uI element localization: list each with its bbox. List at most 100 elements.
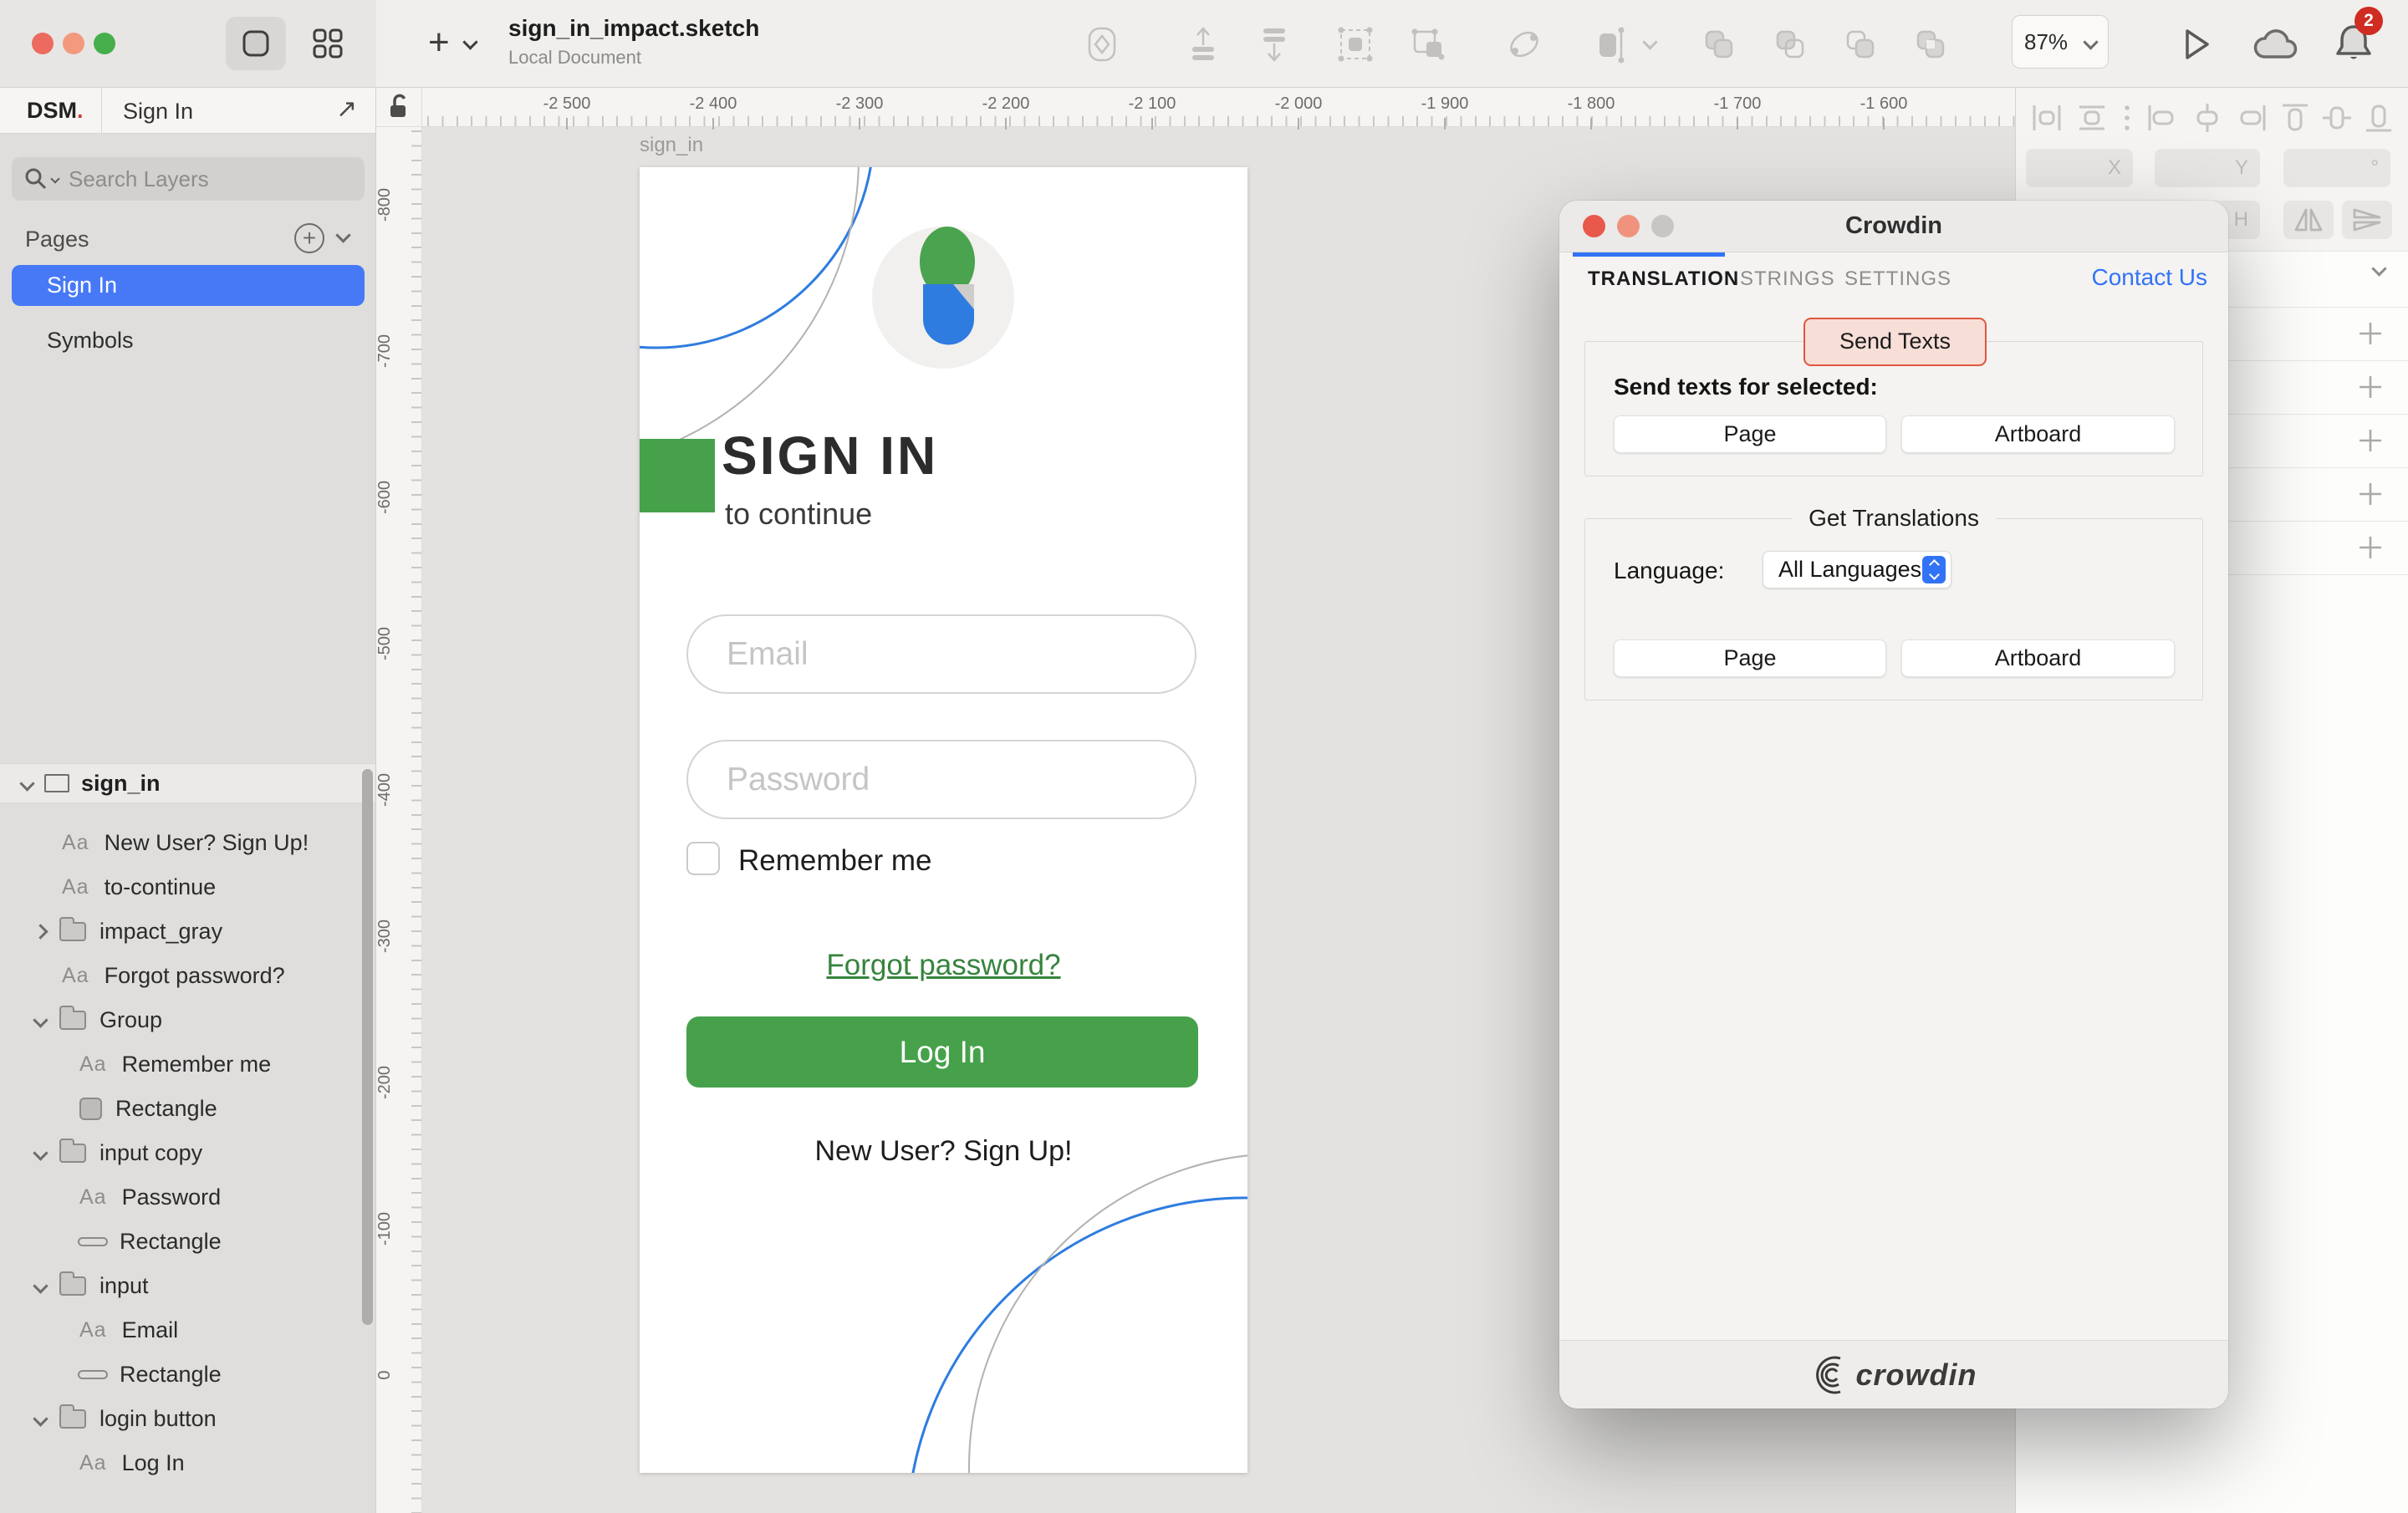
symbol-tool-icon: [1083, 25, 1121, 64]
bring-forward-icon: [1184, 25, 1222, 64]
collapse-chevron-icon[interactable]: [33, 1145, 48, 1160]
dialog-zoom-button[interactable]: [1651, 215, 1674, 237]
layer-row-text[interactable]: AaPassword: [0, 1175, 375, 1220]
canvas-view-toggle[interactable]: [226, 17, 286, 70]
notification-badge: 2: [2354, 7, 2383, 35]
email-field-graphic: Email: [686, 614, 1196, 694]
zoom-level-value: 87%: [2024, 29, 2068, 55]
insert-chevron-icon[interactable]: [462, 34, 477, 49]
zoom-window-button[interactable]: [94, 33, 115, 54]
send-selected-label: Send texts for selected:: [1614, 374, 1878, 400]
sidebar-tab-signin[interactable]: Sign In: [123, 99, 193, 125]
collapse-chevron-icon[interactable]: [33, 1411, 48, 1426]
pages-collapse-chevron-icon[interactable]: [335, 227, 350, 242]
layer-row-artboard[interactable]: sign_in: [0, 763, 375, 803]
add-page-button[interactable]: +: [294, 223, 324, 253]
layer-row-shape[interactable]: Rectangle: [0, 1087, 375, 1131]
minimize-window-button[interactable]: [63, 33, 84, 54]
send-page-button[interactable]: Page: [1614, 415, 1886, 453]
dialog-minimize-button[interactable]: [1617, 215, 1640, 237]
language-dropdown[interactable]: All Languages: [1763, 551, 1951, 588]
tab-settings[interactable]: SETTINGS: [1844, 267, 1951, 291]
layer-row-text[interactable]: AaNew User? Sign Up!: [0, 821, 375, 865]
header-divider: [101, 88, 102, 134]
close-window-button[interactable]: [32, 33, 54, 54]
more-options-dots-icon: [2121, 104, 2133, 132]
canvas-view-icon: [240, 28, 272, 59]
layer-row-group[interactable]: login button: [0, 1397, 375, 1441]
layer-label: to-continue: [105, 874, 217, 900]
v-ruler-label: -300: [375, 903, 399, 970]
horizontal-ruler: -2 500 -2 400 -2 300 -2 200 -2 100 -2 00…: [422, 88, 2015, 127]
get-translations-groupbox: Get Translations Language: All Languages…: [1584, 518, 2203, 700]
dialog-footer: crowdin: [1559, 1340, 2228, 1409]
get-page-button[interactable]: Page: [1614, 639, 1886, 677]
h-ruler-label: -1 900: [1395, 94, 1495, 114]
language-value: All Languages: [1778, 557, 1921, 582]
align-bottom-icon: [2365, 102, 2393, 134]
h-ruler-label: -2 300: [809, 94, 910, 114]
crowdin-logo-text: crowdin: [1855, 1358, 1977, 1393]
zoom-level-dropdown[interactable]: 87%: [2012, 15, 2109, 69]
grid-view-toggle[interactable]: [298, 17, 358, 70]
layer-row-text[interactable]: AaRemember me: [0, 1042, 375, 1087]
preview-play-button[interactable]: [2174, 23, 2216, 65]
page-item-symbols[interactable]: Symbols: [12, 320, 365, 361]
layer-row-group[interactable]: input: [0, 1264, 375, 1308]
page-item-sign-in[interactable]: Sign In: [12, 265, 365, 306]
artboard-collapse-chevron-icon[interactable]: [19, 776, 34, 791]
send-texts-button[interactable]: Send Texts: [1803, 318, 1987, 366]
collapse-chevron-icon[interactable]: [33, 1012, 48, 1027]
artboard-name-label[interactable]: sign_in: [640, 134, 703, 157]
h-ruler-label: -2 500: [517, 94, 617, 114]
layer-row-text[interactable]: AaForgot password?: [0, 954, 375, 998]
dialog-close-button[interactable]: [1583, 215, 1605, 237]
dsm-tab[interactable]: DSM.: [27, 98, 84, 124]
send-artboard-button[interactable]: Artboard: [1901, 415, 2175, 453]
search-input[interactable]: [69, 166, 344, 192]
search-filter-chevron-icon: [50, 174, 59, 183]
layer-row-text[interactable]: AaLog In: [0, 1441, 375, 1485]
tab-translation[interactable]: TRANSLATION: [1588, 267, 1739, 291]
v-ruler-label: -500: [375, 610, 399, 677]
layer-label: impact_gray: [99, 919, 222, 945]
folder-icon: [59, 1409, 86, 1429]
alignment-toolbar: [2016, 96, 2408, 140]
document-title-block: sign_in_impact.sketch Local Document: [508, 15, 759, 69]
remember-me-label: Remember me: [738, 844, 931, 878]
group-tool-icon: [1336, 25, 1375, 64]
layer-row-group[interactable]: Group: [0, 998, 375, 1042]
search-layers-field[interactable]: [12, 157, 365, 201]
insert-button[interactable]: +: [428, 22, 450, 64]
cloud-sync-button[interactable]: [2251, 23, 2306, 65]
artboard-icon: [44, 774, 69, 792]
artboard-heading: SIGN IN: [722, 425, 938, 487]
dialog-titlebar: Crowdin: [1559, 201, 2228, 252]
text-layer-icon: Aa: [79, 1451, 107, 1475]
resize-chevron-icon: [1642, 34, 1657, 49]
contact-us-link[interactable]: Contact Us: [2092, 264, 2208, 291]
layer-row-shape[interactable]: Rectangle: [0, 1353, 375, 1397]
collapse-chevron-icon[interactable]: [33, 924, 48, 939]
unlock-icon[interactable]: [386, 93, 411, 121]
section-chevron-icon[interactable]: [2371, 261, 2386, 276]
forgot-password-link-graphic: Forgot password?: [640, 949, 1247, 982]
plus-icon: [2356, 426, 2385, 455]
get-artboard-button[interactable]: Artboard: [1901, 639, 2175, 677]
open-page-arrow-icon[interactable]: ↗: [336, 94, 357, 124]
layer-label: Group: [99, 1007, 162, 1033]
layer-row-text[interactable]: Aato-continue: [0, 865, 375, 909]
folder-icon: [59, 1276, 86, 1296]
layer-row-group[interactable]: input copy: [0, 1131, 375, 1175]
sign-in-artboard[interactable]: SIGN IN to continue Email Password Remem…: [640, 167, 1247, 1473]
layer-row-group[interactable]: impact_gray: [0, 909, 375, 954]
vertical-ruler: -800 -700 -600 -500 -400 -300 -200 -100 …: [376, 127, 422, 1513]
sidebar-header: DSM. Sign In ↗: [0, 88, 375, 134]
layer-row-shape[interactable]: Rectangle: [0, 1220, 375, 1264]
collapse-chevron-icon[interactable]: [33, 1278, 48, 1293]
tab-strings[interactable]: STRINGS: [1740, 267, 1835, 291]
v-ruler-label: 0: [375, 1342, 399, 1409]
layer-row-text[interactable]: AaEmail: [0, 1308, 375, 1353]
layers-scrollbar[interactable]: [362, 769, 373, 1325]
layer-label: Remember me: [122, 1052, 272, 1077]
